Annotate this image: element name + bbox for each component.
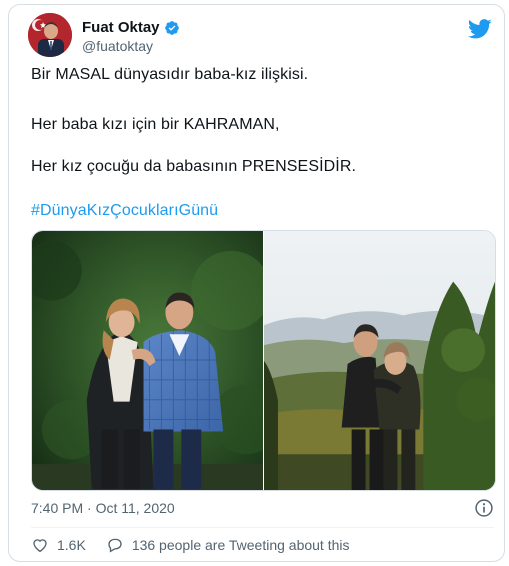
hashtag-link[interactable]: #DünyaKızÇocuklarıGünü: [31, 202, 218, 220]
photo-father-daughter-hug-landscape[interactable]: [264, 231, 495, 490]
twitter-bird-icon[interactable]: [468, 19, 492, 39]
tweet-text-line-1: Bir MASAL dünyasıdır baba-kız ilişkisi.: [31, 66, 309, 83]
tweet-media: [31, 230, 496, 491]
tweeting-about-link[interactable]: 136 people are Tweeting about this: [106, 536, 350, 554]
tweeting-about-text: 136 people are Tweeting about this: [131, 537, 350, 553]
like-button[interactable]: 1.6K: [31, 536, 86, 554]
info-icon[interactable]: [474, 498, 494, 518]
author-handle[interactable]: @fuatoktay: [82, 38, 153, 54]
avatar[interactable]: [28, 13, 72, 57]
photo-father-daughter-garden[interactable]: [32, 231, 263, 490]
tweet-text-line-3: Her kız çocuğu da babasının PRENSESİDİR.: [31, 158, 357, 175]
author-name[interactable]: Fuat Oktay: [82, 19, 160, 36]
author-name-row[interactable]: Fuat Oktay: [82, 19, 180, 36]
tweet-header: Fuat Oktay @fuatoktay: [28, 13, 498, 61]
tweet-actions: 1.6K 136 people are Tweeting about this: [31, 536, 350, 554]
speech-bubble-icon: [108, 538, 122, 553]
like-count: 1.6K: [57, 537, 86, 553]
divider: [31, 527, 494, 528]
heart-icon: [33, 539, 47, 553]
verified-badge-icon: [164, 20, 179, 35]
tweet-embed-card[interactable]: Fuat Oktay @fuatoktay Bir MASAL dünyasıd…: [8, 4, 505, 562]
tweet-timestamp[interactable]: 7:40 PM · Oct 11, 2020: [31, 500, 175, 516]
tweet-text-line-2: Her baba kızı için bir KAHRAMAN,: [31, 116, 280, 133]
